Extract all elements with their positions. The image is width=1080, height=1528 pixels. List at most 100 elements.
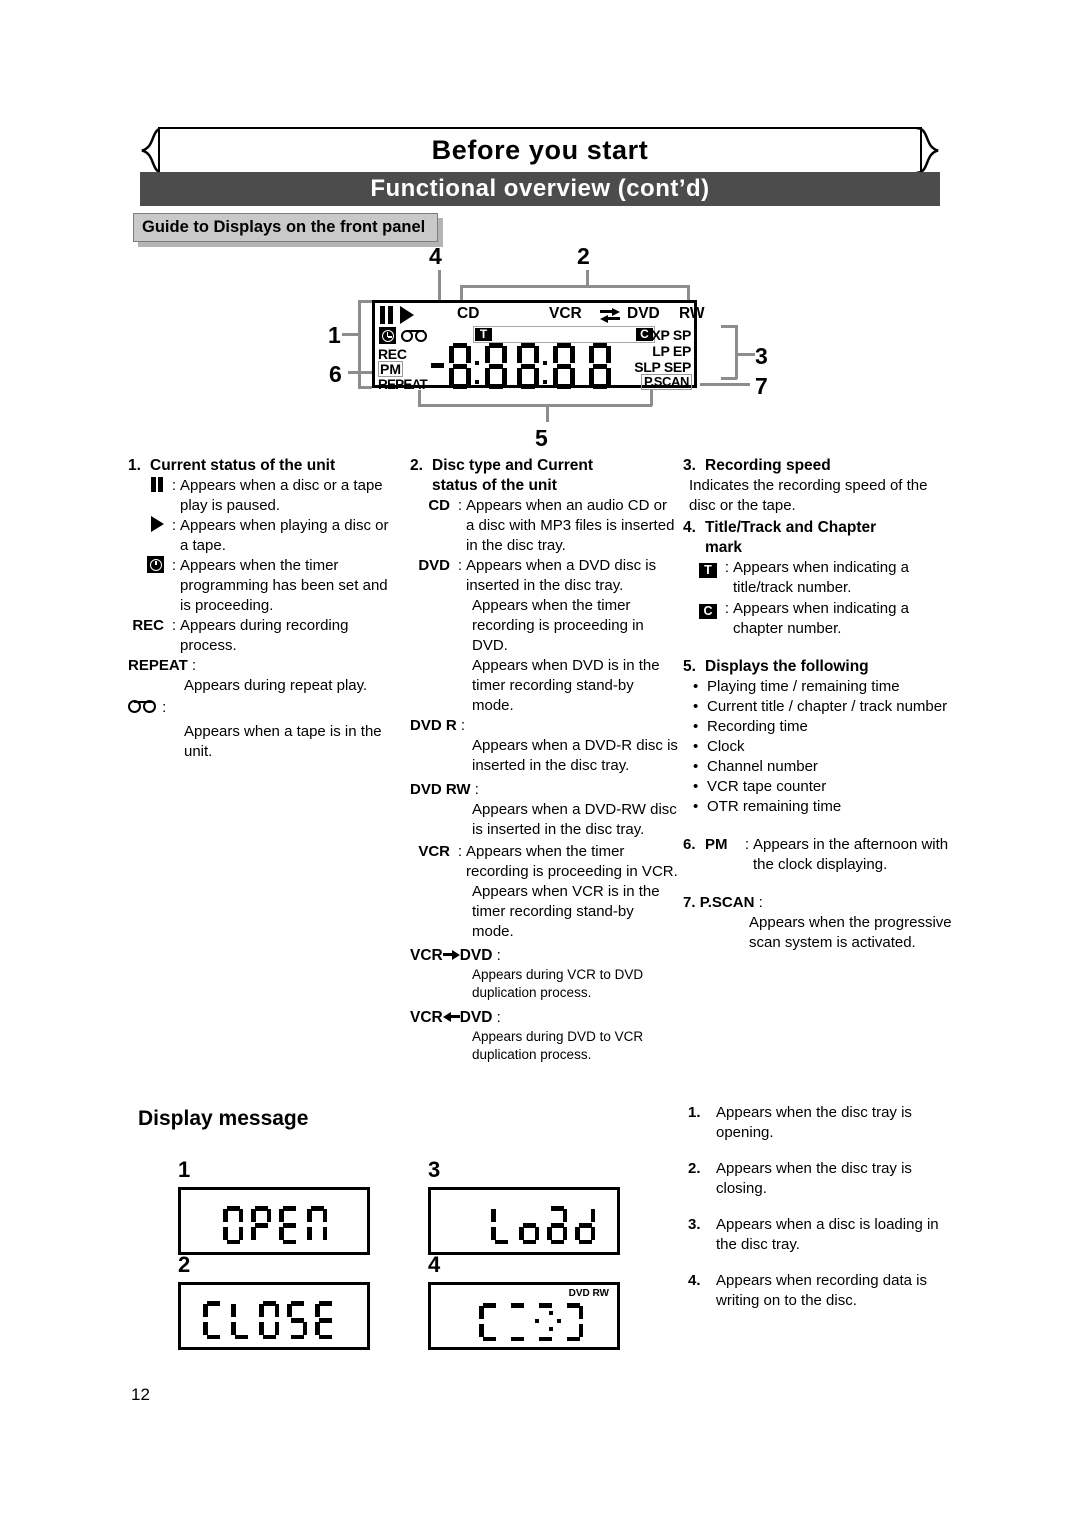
- segment-char-O: [259, 1301, 279, 1339]
- timer-icon: [379, 327, 396, 344]
- note-text: Appears when the disc tray is opening.: [716, 1104, 912, 1141]
- vcr-key: VCR: [418, 843, 450, 860]
- list-item: : Appears when the timer programming has…: [128, 556, 400, 616]
- separator: :: [171, 477, 177, 494]
- separator: :: [171, 557, 177, 574]
- list-item-text: Appears when playing a disc or a tape.: [180, 517, 389, 554]
- list-item-text: Appears when a DVD-R disc is inserted in…: [472, 737, 678, 774]
- separator: :: [496, 1009, 501, 1026]
- s5-bullet-list: • Playing time / remaining time • Current …: [693, 677, 956, 817]
- col1-heading-number: 1.: [128, 457, 141, 474]
- tape-icon: [401, 330, 429, 342]
- list-item: VCR : Appears when the timer recording i…: [410, 842, 678, 882]
- title-chapter-bar: T C: [473, 326, 655, 343]
- leader-2-span: [460, 285, 689, 288]
- list-item-text: Appears when a DVD disc is inserted in t…: [466, 557, 657, 594]
- list-item: : Appears when playing a disc or a tape.: [128, 516, 400, 556]
- minus-segment: [431, 363, 444, 368]
- display-panel-number-2: 2: [178, 1252, 191, 1277]
- s3-number: 3.: [683, 457, 696, 474]
- display-panel-number-1: 1: [178, 1157, 191, 1182]
- list-item-text: Current title / chapter / track number: [707, 698, 948, 715]
- segment-char-L: [491, 1206, 511, 1244]
- list-item: REPEAT : Appears during repeat play.: [128, 656, 400, 696]
- col2-heading-line2: status of the unit: [432, 477, 557, 494]
- leader-2-left: [460, 285, 463, 301]
- leader-6: [348, 371, 372, 374]
- legend-column-2: 2. Disc type and Current status of the un…: [410, 456, 678, 1064]
- arrow-left-icon: [442, 1011, 460, 1023]
- leader-1-bot: [358, 386, 372, 389]
- note-number: 4.: [688, 1272, 701, 1289]
- list-item-text: VCR tape counter: [707, 778, 827, 795]
- s4-number: 4.: [683, 519, 696, 536]
- leader-5-right: [650, 390, 653, 406]
- list-item-text: Appears when DVD is in the timer recordi…: [472, 657, 660, 714]
- display-panel-1: [178, 1187, 370, 1255]
- col2-heading: 2. Disc type and Current status of the un…: [410, 456, 678, 496]
- s7-text: Appears when the progressive scan system…: [749, 914, 952, 951]
- segment-digit: [449, 343, 471, 389]
- list-item-text: Appears when a disc or a tape play is pa…: [180, 477, 383, 514]
- segment-dot: [475, 380, 479, 384]
- list-item: • Clock: [693, 737, 956, 757]
- segment-char-L: [231, 1301, 251, 1339]
- separator: :: [457, 843, 463, 860]
- repeat-key: REPEAT: [128, 657, 188, 674]
- panel4-disc-tag: DVD RW: [568, 1288, 609, 1299]
- dvd-key: DVD: [418, 557, 450, 574]
- s4-heading-line1: Title/Track and Chapter: [705, 519, 877, 536]
- segment-char-E: [315, 1301, 335, 1339]
- note-text: Appears when recording data is writing o…: [716, 1272, 927, 1309]
- display-panel-number-3: 3: [428, 1157, 441, 1182]
- callout-7: 7: [755, 373, 768, 399]
- list-item-text: Appears when VCR is in the timer recordi…: [472, 883, 660, 940]
- list-item: CD : Appears when an audio CD or a disc …: [410, 496, 678, 556]
- section-title-bar: Functional overview (cont’d): [140, 172, 940, 206]
- list-item: • Recording time: [693, 717, 956, 737]
- leader-2-stem: [586, 270, 589, 286]
- list-item-text: Appears when indicating a chapter number…: [733, 600, 909, 637]
- segment-char-bracket-right: [563, 1303, 583, 1341]
- page-number: 12: [131, 1385, 150, 1404]
- pause-icon: [150, 477, 164, 492]
- separator: :: [724, 600, 730, 617]
- col2-heading-number: 2.: [410, 457, 423, 474]
- list-item-text: Appears during DVD to VCR duplication pr…: [472, 1029, 644, 1062]
- display-message-notes: 1. Appears when the disc tray is opening…: [688, 1103, 956, 1327]
- segment-digit: [517, 343, 539, 389]
- list-item-text: Appears during repeat play.: [184, 677, 368, 694]
- segment-digit: [553, 343, 575, 389]
- list-item-text: Appears when the timer programming has b…: [180, 557, 388, 614]
- list-item: REC : Appears during recording process.: [128, 616, 400, 656]
- segment-char-d: [575, 1206, 595, 1244]
- display-message-title: Display message: [138, 1107, 309, 1130]
- separator: :: [744, 836, 750, 853]
- leader-7: [700, 383, 750, 386]
- segment-dot: [543, 361, 547, 365]
- leader-1-span: [358, 300, 361, 389]
- leader-5-stem: [546, 406, 549, 422]
- legend-column-3: 3. Recording speed Indicates the recordin…: [683, 456, 956, 953]
- col1-heading-text: Current status of the unit: [150, 457, 336, 474]
- list-item-text: Recording time: [707, 718, 808, 735]
- note-number: 1.: [688, 1104, 701, 1121]
- callout-4: 4: [429, 243, 442, 269]
- subsection-tag: Guide to Displays on the front panel: [133, 213, 439, 242]
- chapter-mark-icon: C: [699, 604, 717, 619]
- segment-char-E: [279, 1206, 299, 1244]
- leader-5-span: [418, 404, 652, 407]
- list-item: • VCR tape counter: [693, 777, 956, 797]
- list-item-text: Appears when an audio CD or a disc with …: [466, 497, 675, 554]
- front-panel-display-diagram: 4 2 1 3 6 7 5 REC PM REPEAT CD VCR DVD R…: [300, 243, 800, 451]
- leader-2-right: [687, 285, 690, 301]
- list-item-text: Channel number: [707, 758, 818, 775]
- pscan-key: P.SCAN: [699, 894, 755, 911]
- separator: :: [191, 657, 197, 674]
- s3-text: Indicates the recording speed of the dis…: [689, 477, 928, 514]
- segment-dot: [543, 380, 547, 384]
- arrow-right-icon: [442, 949, 460, 961]
- list-item: VCR DVD : Appears during DVD to VCR dupli…: [410, 1008, 678, 1064]
- list-item-text: Appears during VCR to DVD duplication pr…: [472, 967, 644, 1000]
- list-item-text: Appears during recording process.: [180, 617, 349, 654]
